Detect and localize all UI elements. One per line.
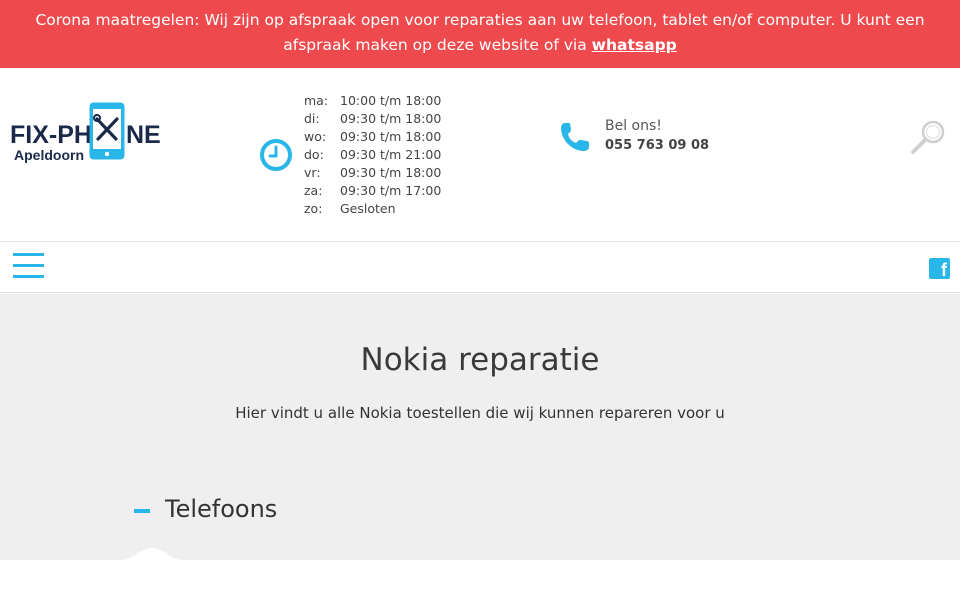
collapse-dash-icon — [134, 509, 150, 513]
hours-time: 09:30 t/m 18:00 — [340, 111, 442, 126]
banner-text: Corona maatregelen: Wij zijn op afspraak… — [35, 11, 925, 54]
hours-time: 09:30 t/m 18:00 — [340, 165, 442, 180]
logo[interactable]: FIX-PH NE Apeldoorn — [8, 101, 161, 165]
facebook-icon[interactable]: f — [929, 258, 950, 280]
site-header: FIX-PH NE Apeldoorn ma: 10:00 t/m 18:00 d… — [0, 68, 960, 241]
hours-row: ma: 10:00 t/m 18:00 — [304, 92, 441, 110]
logo-word-left: FIX-PH — [10, 121, 92, 149]
hours-time: Gesloten — [340, 201, 396, 216]
hours-day: zo: — [304, 201, 323, 216]
logo-word-right: NE — [126, 121, 161, 149]
hours-time: 09:30 t/m 21:00 — [340, 147, 442, 162]
page-title: Nokia reparatie — [360, 342, 600, 378]
content-panel — [0, 560, 960, 600]
main-content: Nokia reparatie Hier vindt u alle Nokia … — [0, 294, 960, 560]
whatsapp-link[interactable]: whatsapp — [592, 36, 677, 54]
phone-tools-logo-icon — [89, 102, 125, 160]
clock-icon — [260, 139, 292, 171]
page-subtitle: Hier vindt u alle Nokia toestellen die w… — [235, 404, 725, 422]
opening-hours: ma: 10:00 t/m 18:00 di: 09:30 t/m 18:00 wo… — [304, 92, 441, 218]
navigation-bar: f — [0, 242, 960, 293]
hours-row: di: 09:30 t/m 18:00 — [304, 110, 441, 128]
hours-row: wo: 09:30 t/m 18:00 — [304, 128, 441, 146]
hours-day: vr: — [304, 165, 321, 180]
hours-time: 09:30 t/m 18:00 — [340, 129, 442, 144]
hours-row: za: 09:30 t/m 17:00 — [304, 182, 441, 200]
corona-banner: Corona maatregelen: Wij zijn op afspraak… — [0, 0, 960, 68]
logo-subtitle: Apeldoorn — [14, 147, 84, 163]
hours-row: vr: 09:30 t/m 18:00 — [304, 164, 441, 182]
call-us-label: Bel ons! — [605, 118, 662, 134]
hamburger-menu-icon[interactable] — [13, 253, 45, 279]
hours-row: do: 09:30 t/m 21:00 — [304, 146, 441, 164]
hours-row: zo: Gesloten — [304, 200, 441, 218]
search-icon[interactable] — [908, 118, 948, 158]
hours-day: ma: — [304, 93, 329, 108]
phone-icon[interactable] — [558, 120, 592, 154]
hours-day: za: — [304, 183, 323, 198]
hours-day: wo: — [304, 129, 327, 144]
hours-day: do: — [304, 147, 324, 162]
hours-day: di: — [304, 111, 320, 126]
hours-time: 09:30 t/m 17:00 — [340, 183, 442, 198]
panel-notch — [122, 548, 182, 560]
section-label: Telefoons — [165, 495, 278, 523]
hours-time: 10:00 t/m 18:00 — [340, 93, 442, 108]
phone-number[interactable]: 055 763 09 08 — [605, 138, 709, 153]
